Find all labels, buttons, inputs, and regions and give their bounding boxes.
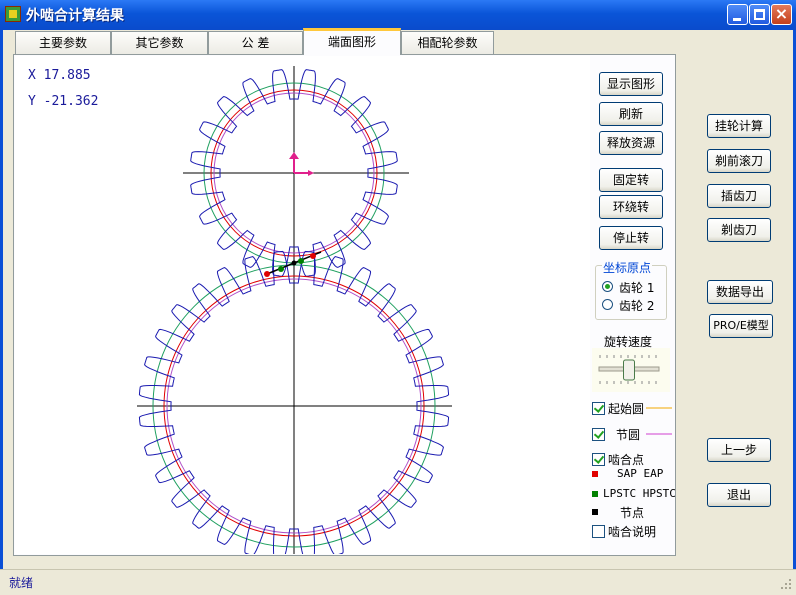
base-circle-line-sample: [646, 407, 672, 409]
window-title: 外啮合计算结果: [26, 8, 124, 24]
y-coordinate: Y -21.362: [28, 94, 99, 109]
speed-slider-graphic: [598, 355, 660, 384]
pitch-point-legend: 节点: [620, 506, 645, 520]
pitch-circle-checkbox[interactable]: [592, 428, 605, 441]
show-graphic-button[interactable]: 显示图形: [599, 72, 663, 96]
pitch-circle-line-sample: [646, 433, 672, 435]
lpstc-hpstc-legend: LPSTC HPSTC: [603, 487, 676, 500]
hpstc-point: [298, 258, 304, 264]
mesh-points-checkbox[interactable]: [592, 453, 605, 466]
mesh-notes-label[interactable]: 啮合说明: [608, 523, 656, 540]
pitch-point: [291, 260, 297, 266]
sap-eap-swatch: [592, 471, 598, 477]
shaving-cutter-button[interactable]: 剃齿刀: [707, 218, 771, 242]
close-button[interactable]: ×: [771, 4, 792, 25]
base-circle-label[interactable]: 起始圆: [608, 400, 644, 417]
minimize-icon: [733, 18, 741, 21]
resize-grip-icon[interactable]: [780, 578, 792, 590]
speed-slider[interactable]: [592, 348, 670, 392]
gear-train-calc-button[interactable]: 挂轮计算: [707, 114, 771, 138]
tab-tolerance[interactable]: 公 差: [208, 31, 303, 54]
sap-eap-legend: SAP EAP: [617, 467, 664, 480]
shaper-cutter-button[interactable]: 插齿刀: [707, 184, 771, 208]
release-resources-button[interactable]: 释放资源: [599, 131, 663, 155]
origin-group-label: 坐标原点: [602, 259, 653, 276]
status-text: 就绪: [9, 576, 34, 590]
tab-main-params[interactable]: 主要参数: [15, 31, 111, 54]
maximize-icon: [754, 9, 765, 20]
origin-gear1-label[interactable]: 齿轮 1: [619, 279, 654, 296]
tab-transverse-graphic[interactable]: 端面图形: [303, 28, 401, 55]
data-export-button[interactable]: 数据导出: [707, 280, 773, 304]
lpstc-hpstc-swatch: [592, 491, 598, 497]
previous-step-button[interactable]: 上一步: [707, 438, 771, 462]
origin-gear1-radio[interactable]: [602, 281, 613, 292]
app-icon: [5, 6, 21, 22]
fixed-rotate-button[interactable]: 固定转: [599, 168, 663, 192]
pitch-circle-label[interactable]: 节圆: [616, 426, 640, 443]
origin-gear2-radio[interactable]: [602, 299, 613, 310]
origin-gear2-label[interactable]: 齿轮 2: [619, 297, 654, 314]
pitch-point-swatch: [592, 509, 598, 515]
origin-x-arrowhead: [308, 170, 314, 176]
origin-y-arrowhead: [289, 152, 299, 159]
slider-thumb[interactable]: [623, 359, 635, 381]
maximize-button[interactable]: [749, 4, 770, 25]
close-icon: ×: [774, 4, 789, 23]
title-bar[interactable]: 外啮合计算结果 ×: [0, 0, 796, 30]
tab-mating-gear-params[interactable]: 相配轮参数: [401, 31, 494, 54]
stop-rotate-button[interactable]: 停止转: [599, 226, 663, 250]
eap-point: [310, 253, 316, 259]
lpstc-point: [278, 266, 284, 272]
orbit-rotate-button[interactable]: 环绕转: [599, 195, 663, 219]
proe-model-button[interactable]: PRO/E模型: [709, 314, 773, 338]
sap-point: [264, 271, 270, 277]
status-bar: 就绪: [0, 569, 796, 595]
gear-canvas[interactable]: [15, 56, 590, 554]
gear-mesh-drawing: [137, 66, 452, 554]
refresh-button[interactable]: 刷新: [599, 102, 663, 126]
base-circle-checkbox[interactable]: [592, 402, 605, 415]
mesh-notes-checkbox[interactable]: [592, 525, 605, 538]
pre-shaving-hob-button[interactable]: 剃前滚刀: [707, 149, 771, 173]
minimize-button[interactable]: [727, 4, 748, 25]
mesh-points-label[interactable]: 啮合点: [608, 451, 644, 468]
exit-button[interactable]: 退出: [707, 483, 771, 507]
x-coordinate: X 17.885: [28, 68, 91, 83]
tab-other-params[interactable]: 其它参数: [111, 31, 208, 54]
